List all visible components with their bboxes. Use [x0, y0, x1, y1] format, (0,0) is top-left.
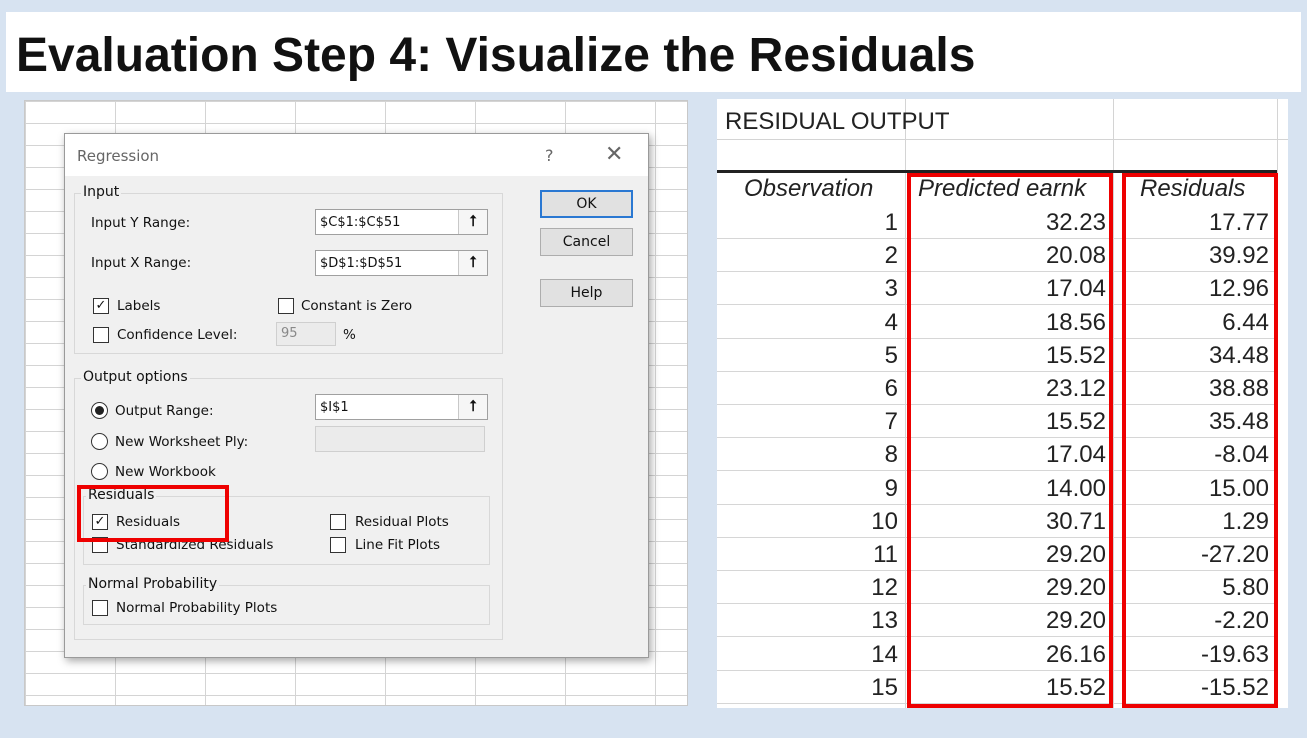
column-header-observation: Observation — [744, 175, 874, 202]
observation-cell[interactable]: 12 — [871, 574, 898, 602]
residual-plots-checkbox[interactable] — [330, 514, 346, 530]
percent-label: % — [343, 327, 356, 343]
input-group: Input Input Y Range: $C$1:$C$51 ⭡ Input … — [74, 184, 503, 354]
constant-zero-label: Constant is Zero — [301, 298, 413, 314]
input-group-label: Input — [81, 184, 122, 200]
close-icon[interactable]: ✕ — [605, 142, 623, 167]
input-y-range-label: Input Y Range: — [91, 215, 191, 231]
output-range-label: Output Range: — [115, 403, 214, 419]
input-y-range-value: $C$1:$C$51 — [320, 215, 401, 230]
dialog-title: Regression — [77, 147, 160, 165]
observation-cell[interactable]: 1 — [885, 209, 898, 237]
new-worksheet-label: New Worksheet Ply: — [115, 434, 249, 450]
observation-cell[interactable]: 9 — [885, 475, 898, 503]
predicted-column-highlight — [907, 173, 1113, 708]
observation-cell[interactable]: 7 — [885, 408, 898, 436]
constant-zero-checkbox[interactable] — [278, 298, 294, 314]
normal-probability-label: Normal Probability — [86, 576, 220, 592]
line-fit-plots-label: Line Fit Plots — [355, 537, 441, 553]
residuals-column-highlight — [1122, 173, 1278, 708]
output-range-radio[interactable] — [91, 402, 108, 419]
output-range-value: $I$1 — [320, 400, 349, 415]
observation-cell[interactable]: 6 — [885, 375, 898, 403]
new-worksheet-field[interactable] — [315, 426, 485, 452]
confidence-level-field[interactable]: 95 — [276, 322, 336, 346]
observation-cell[interactable]: 11 — [873, 541, 898, 569]
observation-cell[interactable]: 8 — [885, 441, 898, 469]
residual-output-title: RESIDUAL OUTPUT — [725, 108, 950, 135]
normal-probability-group: Normal Probability Normal Probability Pl… — [83, 576, 490, 625]
range-picker-icon[interactable]: ⭡ — [458, 251, 487, 275]
confidence-level-value: 95 — [281, 326, 298, 341]
row-gridline — [717, 139, 1288, 140]
normal-probability-plots-label: Normal Probability Plots — [116, 600, 278, 616]
help-icon[interactable]: ? — [545, 146, 554, 165]
range-picker-icon[interactable]: ⭡ — [458, 210, 487, 234]
input-x-range-label: Input X Range: — [91, 255, 192, 271]
labels-label: Labels — [117, 298, 161, 314]
input-x-range-value: $D$1:$D$51 — [320, 256, 403, 271]
range-picker-icon[interactable]: ⭡ — [458, 395, 487, 419]
observation-cell[interactable]: 3 — [885, 275, 898, 303]
observation-cell[interactable]: 14 — [871, 641, 898, 669]
observation-cell[interactable]: 5 — [885, 342, 898, 370]
new-workbook-label: New Workbook — [115, 464, 216, 480]
output-range-field[interactable]: $I$1 ⭡ — [315, 394, 488, 420]
ok-button[interactable]: OK — [540, 190, 633, 218]
labels-checkbox[interactable]: ✓ — [93, 298, 109, 314]
output-options-label: Output options — [81, 369, 190, 385]
cancel-button[interactable]: Cancel — [540, 228, 633, 256]
regression-dialog: Regression ? ✕ Input Input Y Range: $C$1… — [64, 133, 649, 658]
observation-cell[interactable]: 15 — [871, 674, 898, 702]
input-y-range-field[interactable]: $C$1:$C$51 ⭡ — [315, 209, 488, 235]
residuals-highlight-box — [77, 485, 229, 542]
residual-plots-label: Residual Plots — [355, 514, 449, 530]
slide-title: Evaluation Step 4: Visualize the Residua… — [16, 29, 976, 82]
input-x-range-field[interactable]: $D$1:$D$51 ⭡ — [315, 250, 488, 276]
observation-cell[interactable]: 13 — [871, 607, 898, 635]
observation-cell[interactable]: 4 — [885, 309, 898, 337]
confidence-level-label: Confidence Level: — [117, 327, 238, 343]
normal-probability-checkbox[interactable] — [92, 600, 108, 616]
new-workbook-radio[interactable] — [91, 463, 108, 480]
observation-cell[interactable]: 2 — [885, 242, 898, 270]
new-worksheet-radio[interactable] — [91, 433, 108, 450]
observation-cell[interactable]: 10 — [871, 508, 898, 536]
help-button[interactable]: Help — [540, 279, 633, 307]
confidence-level-checkbox[interactable] — [93, 327, 109, 343]
dialog-titlebar: Regression ? ✕ — [65, 134, 648, 176]
residual-output-sheet: RESIDUAL OUTPUT Observation Predicted ea… — [717, 99, 1288, 708]
line-fit-plots-checkbox[interactable] — [330, 537, 346, 553]
